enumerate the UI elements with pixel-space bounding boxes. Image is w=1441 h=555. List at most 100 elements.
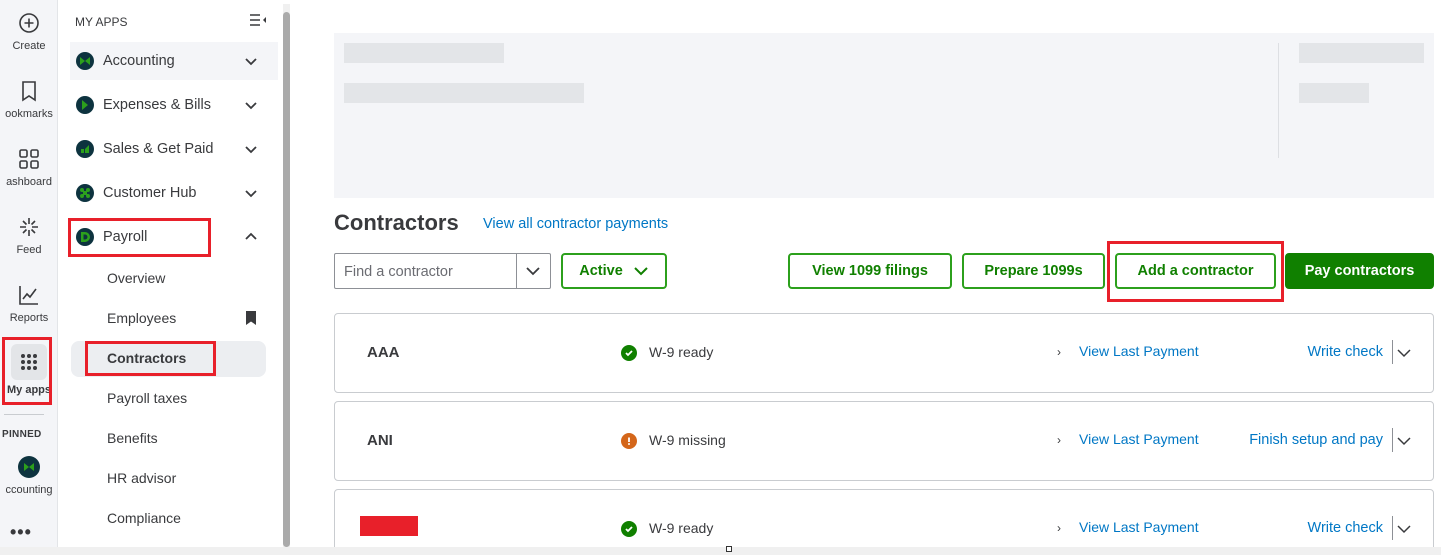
search-separator	[516, 254, 517, 288]
chevron-down-icon	[245, 102, 257, 110]
rail-dashboard-label: ashboard	[6, 176, 52, 188]
rail-bookmarks[interactable]: ookmarks	[0, 80, 57, 120]
skeleton-line	[1299, 83, 1369, 103]
horizontal-scrollbar[interactable]	[0, 547, 1441, 555]
rail-bookmarks-label: ookmarks	[5, 108, 53, 120]
chevron-down-icon[interactable]	[1397, 435, 1411, 447]
app-expenses-bills[interactable]: Expenses & Bills	[70, 86, 278, 124]
app-expenses-label: Expenses & Bills	[103, 97, 211, 113]
chevron-down-icon	[245, 190, 257, 198]
loading-banner	[334, 33, 1434, 198]
check-circle-icon	[621, 521, 637, 537]
customer-hub-app-icon	[76, 184, 94, 202]
bookmark-icon	[22, 81, 36, 102]
chevron-down-icon	[245, 58, 257, 66]
sub-item-payroll-taxes[interactable]: Payroll taxes	[107, 390, 187, 406]
apps-panel-heading: MY APPS	[75, 15, 128, 29]
feed-sparkle-icon	[20, 218, 38, 236]
page-title: Contractors	[334, 210, 459, 235]
pay-contractors-button[interactable]: Pay contractors	[1285, 253, 1434, 289]
prepare-1099s-button[interactable]: Prepare 1099s	[962, 253, 1105, 289]
view-1099-filings-button[interactable]: View 1099 filings	[788, 253, 952, 289]
accounting-app-icon	[18, 456, 40, 478]
scrollbar-thumb[interactable]	[283, 12, 290, 547]
w9-status: W-9 missing	[649, 432, 726, 448]
chevron-down-icon	[245, 146, 257, 154]
payroll-app-icon	[76, 228, 94, 246]
status-filter-dropdown[interactable]: Active	[561, 253, 667, 289]
rail-divider	[4, 414, 44, 415]
app-accounting[interactable]: Accounting	[70, 42, 278, 80]
rail-create[interactable]: Create	[0, 12, 57, 52]
view-last-payment-link[interactable]: View Last Payment	[1079, 519, 1199, 535]
sub-item-compliance[interactable]: Compliance	[107, 510, 181, 526]
status-filter-label: Active	[579, 263, 623, 279]
check-circle-icon	[621, 345, 637, 361]
chevron-down-icon[interactable]	[1397, 523, 1411, 535]
action-separator	[1392, 340, 1393, 364]
rail-reports[interactable]: Reports	[0, 284, 57, 324]
chevron-down-icon[interactable]	[525, 264, 541, 278]
chevron-down-icon[interactable]	[1397, 347, 1411, 359]
rail-my-apps-highlight	[11, 344, 47, 380]
skeleton-line	[344, 43, 504, 63]
sub-item-employees[interactable]: Employees	[107, 310, 176, 326]
reports-chart-icon	[19, 286, 38, 305]
action-separator	[1392, 428, 1393, 452]
banner-divider	[1278, 43, 1279, 158]
resize-handle[interactable]	[726, 546, 732, 552]
w9-status: W-9 ready	[649, 520, 714, 536]
view-last-payment-link[interactable]: View Last Payment	[1079, 431, 1199, 447]
chevron-down-icon	[634, 267, 648, 276]
action-separator	[1392, 516, 1393, 540]
app-sales-get-paid[interactable]: Sales & Get Paid	[70, 130, 278, 168]
rail-create-label: Create	[12, 40, 46, 52]
contractor-row[interactable]: W-9 ready › View Last Payment Write chec…	[334, 489, 1434, 555]
sub-item-benefits[interactable]: Benefits	[107, 430, 158, 446]
more-options-icon[interactable]: •••	[10, 522, 32, 543]
contractor-row[interactable]: AAA W-9 ready › View Last Payment Write …	[334, 313, 1434, 393]
app-customer-hub-label: Customer Hub	[103, 185, 197, 201]
w9-status: W-9 ready	[649, 344, 714, 360]
app-payroll[interactable]: Payroll	[70, 218, 278, 256]
contractor-row[interactable]: ANI W-9 missing › View Last Payment Fini…	[334, 401, 1434, 481]
expenses-app-icon	[76, 96, 94, 114]
sub-item-overview[interactable]: Overview	[107, 270, 165, 286]
contractor-search[interactable]: Find a contractor	[334, 253, 551, 289]
app-customer-hub[interactable]: Customer Hub	[70, 174, 278, 212]
finish-setup-link[interactable]: Finish setup and pay	[1249, 432, 1383, 448]
sub-item-hr-advisor[interactable]: HR advisor	[107, 470, 176, 486]
warning-icon	[621, 433, 637, 449]
search-placeholder: Find a contractor	[344, 264, 453, 280]
chevron-right-icon: ›	[1057, 345, 1061, 359]
chevron-up-icon	[245, 232, 257, 240]
view-last-payment-link[interactable]: View Last Payment	[1079, 343, 1199, 359]
write-check-link[interactable]: Write check	[1308, 520, 1383, 536]
rail-feed-label: Feed	[16, 244, 42, 256]
app-payroll-label: Payroll	[103, 229, 148, 245]
view-all-payments-link[interactable]: View all contractor payments	[483, 216, 668, 232]
sub-item-contractors[interactable]: Contractors	[107, 350, 186, 366]
dashboard-icon	[19, 149, 39, 169]
skeleton-line	[344, 83, 584, 103]
rail-dashboard[interactable]: ashboard	[0, 148, 57, 188]
rail-feed[interactable]: Feed	[0, 216, 57, 256]
skeleton-line	[1299, 43, 1424, 63]
apps-panel-scrollbar[interactable]	[281, 4, 291, 547]
add-contractor-button[interactable]: Add a contractor	[1115, 253, 1276, 289]
rail-pinned-accounting[interactable]: ccounting	[0, 456, 57, 496]
contractor-name: ANI	[367, 432, 393, 449]
apps-grid-icon	[21, 354, 37, 370]
sales-app-icon	[76, 140, 94, 158]
apps-panel: MY APPS Accounting Expenses & Bills Sale…	[59, 0, 280, 547]
left-rail: Create ookmarks ashboard Feed Reports My…	[0, 0, 58, 555]
rail-reports-label: Reports	[9, 312, 49, 324]
write-check-link[interactable]: Write check	[1308, 344, 1383, 360]
chevron-right-icon: ›	[1057, 521, 1061, 535]
accounting-app-icon	[76, 52, 94, 70]
chevron-right-icon: ›	[1057, 433, 1061, 447]
bookmark-filled-icon[interactable]	[245, 311, 257, 325]
collapse-panel-icon[interactable]	[249, 12, 267, 28]
plus-circle-icon	[19, 13, 39, 33]
rail-my-apps[interactable]: My apps	[0, 344, 57, 396]
